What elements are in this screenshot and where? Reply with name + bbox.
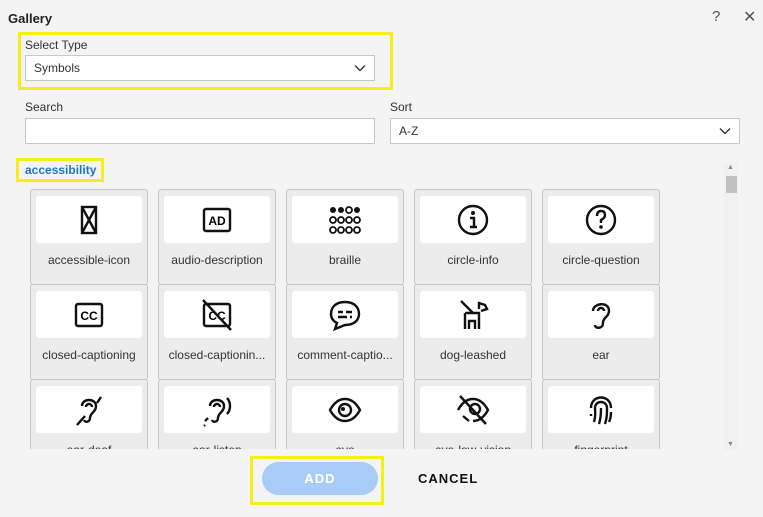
- ear-deaf-icon: [76, 395, 102, 426]
- symbol-card[interactable]: circle-question: [542, 189, 660, 285]
- comment-captions-icon: [329, 300, 361, 331]
- symbol-preview: [420, 386, 526, 433]
- help-icon[interactable]: ?: [712, 8, 720, 25]
- add-button[interactable]: ADD: [262, 462, 378, 495]
- symbol-preview: [292, 386, 398, 433]
- scroll-up-icon[interactable]: ▲: [727, 164, 734, 171]
- chevron-down-icon: [719, 128, 731, 135]
- symbol-label: braille: [328, 253, 361, 267]
- search-input[interactable]: [25, 118, 375, 144]
- symbol-label: closed-captioning: [42, 348, 136, 362]
- sort-value: A-Z: [399, 124, 419, 138]
- symbol-card[interactable]: fingerprint: [542, 379, 660, 449]
- symbol-preview: CC: [36, 291, 142, 338]
- symbol-card[interactable]: circle-info: [414, 189, 532, 285]
- symbol-label: accessible-icon: [47, 253, 131, 267]
- select-type-dropdown[interactable]: Symbols: [25, 55, 375, 81]
- symbol-preview: [420, 291, 526, 338]
- audio-description-icon: AD: [202, 207, 232, 232]
- dialog-title: Gallery: [8, 11, 53, 26]
- select-type-label: Select Type: [25, 38, 88, 52]
- symbol-preview: CC: [164, 291, 270, 338]
- symbol-preview: AD: [164, 196, 270, 243]
- eye-low-vision-icon: [456, 394, 490, 425]
- scroll-down-icon[interactable]: ▼: [727, 441, 734, 448]
- symbol-card[interactable]: dog-leashed: [414, 284, 532, 380]
- symbol-card[interactable]: ear: [542, 284, 660, 380]
- symbol-label: comment-captio...: [297, 348, 393, 362]
- symbol-card[interactable]: accessible-icon: [30, 189, 148, 285]
- symbol-label: circle-question: [562, 253, 640, 267]
- symbol-label: dog-leashed: [439, 348, 507, 362]
- symbol-label: fingerprint: [545, 443, 657, 449]
- closed-captioning-icon: CC: [74, 302, 104, 327]
- symbol-preview: [548, 386, 654, 433]
- eye-icon: [328, 397, 362, 422]
- symbol-preview: [292, 291, 398, 338]
- ear-icon: [591, 302, 611, 329]
- search-label: Search: [25, 100, 64, 114]
- close-icon[interactable]: ✕: [743, 7, 756, 27]
- symbol-preview: [292, 196, 398, 243]
- symbol-preview: [420, 196, 526, 243]
- symbol-card[interactable]: eye: [286, 379, 404, 449]
- svg-text:CC: CC: [80, 309, 98, 323]
- symbol-label: closed-captionin...: [168, 348, 266, 362]
- braille-icon: [329, 205, 361, 234]
- symbol-card[interactable]: braille: [286, 189, 404, 285]
- symbol-preview: [548, 196, 654, 243]
- symbol-label: circle-info: [447, 253, 499, 267]
- symbol-preview: [36, 196, 142, 243]
- symbol-preview: [164, 386, 270, 433]
- category-heading: accessibility: [25, 163, 97, 177]
- scrollbar[interactable]: ▲ ▼: [724, 162, 738, 450]
- symbol-label: ear-listen: [161, 443, 273, 449]
- fingerprint-icon: [589, 395, 613, 424]
- symbol-grid: accessible-icon AD audio-description braill…: [30, 189, 720, 449]
- symbol-card[interactable]: CC closed-captionin...: [158, 284, 276, 380]
- symbol-card[interactable]: eye-low-vision: [414, 379, 532, 449]
- circle-question-icon: [585, 204, 617, 235]
- accessible-icon-icon: [80, 205, 98, 234]
- symbol-card[interactable]: comment-captio...: [286, 284, 404, 380]
- symbol-card[interactable]: AD audio-description: [158, 189, 276, 285]
- ear-listen-icon: [203, 396, 232, 427]
- symbol-label: eye: [289, 443, 401, 449]
- symbol-card[interactable]: ear-deaf: [30, 379, 148, 449]
- svg-text:AD: AD: [208, 214, 226, 228]
- symbol-label: ear-deaf: [33, 443, 145, 449]
- symbol-preview: [548, 291, 654, 338]
- symbol-label: audio-description: [171, 253, 263, 267]
- circle-info-icon: [457, 204, 489, 235]
- symbol-label: eye-low-vision: [417, 443, 529, 449]
- symbol-card[interactable]: ear-listen: [158, 379, 276, 449]
- dog-leashed-icon: [460, 299, 489, 329]
- sort-dropdown[interactable]: A-Z: [390, 118, 740, 144]
- closed-captioning-slash-icon: CC: [202, 298, 232, 331]
- select-type-value: Symbols: [34, 61, 81, 75]
- symbol-label: ear: [592, 348, 610, 362]
- symbol-preview: [36, 386, 142, 433]
- cancel-button[interactable]: CANCEL: [418, 471, 478, 486]
- sort-label: Sort: [390, 100, 413, 114]
- scrollbar-thumb[interactable]: [726, 176, 737, 193]
- symbol-card[interactable]: CC closed-captioning: [30, 284, 148, 380]
- chevron-down-icon: [354, 65, 366, 72]
